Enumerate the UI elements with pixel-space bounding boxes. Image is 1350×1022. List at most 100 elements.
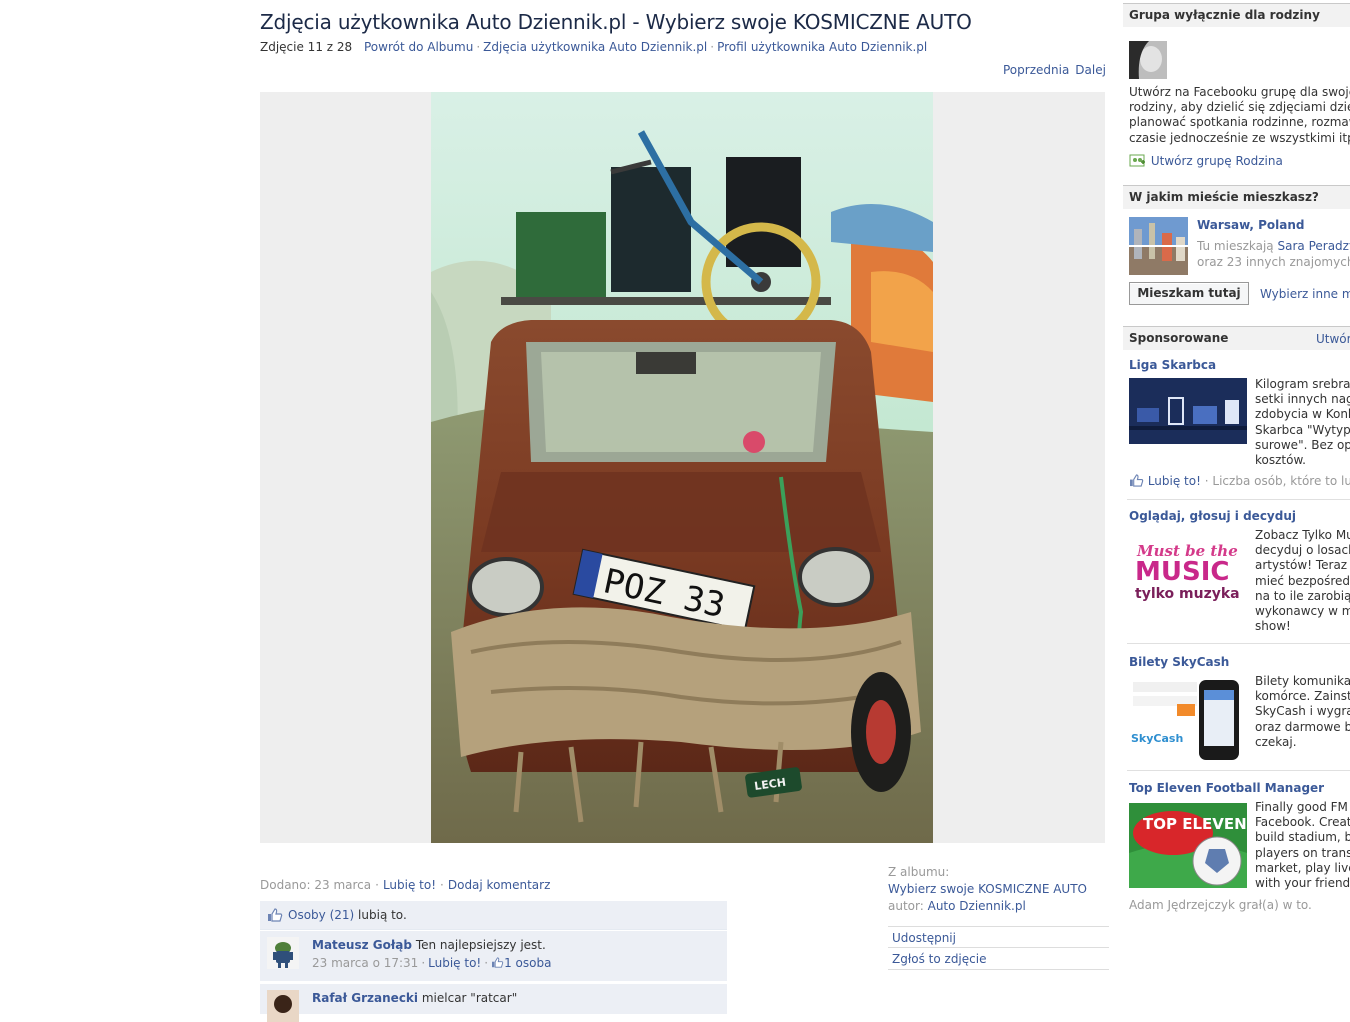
share-link[interactable]: Udostępnij [892, 931, 956, 945]
add-comment-link[interactable]: Dodaj komentarz [448, 878, 551, 892]
separator: · [476, 40, 480, 54]
ad-body-line: surowe". Bez opłat [1255, 438, 1350, 453]
divider [1127, 499, 1350, 500]
ad-body-line: Kilogram srebra, [1255, 377, 1350, 392]
ad-image-text: TOP ELEVEN [1143, 815, 1247, 833]
comment-author-link[interactable]: Mateusz Gołąb [312, 938, 412, 952]
ad-image[interactable]: Must be the MUSIC tylko muzyka [1129, 530, 1247, 608]
ad-body: Zobacz Tylko Muzyka decyduj o losach art… [1255, 528, 1350, 634]
likes-suffix: lubią to. [358, 908, 407, 922]
group-icon [1129, 152, 1147, 168]
ad-title-link[interactable]: Top Eleven Football Manager [1129, 781, 1350, 795]
user-photos-link[interactable]: Zdjęcia użytkownika Auto Dziennik.pl [483, 40, 707, 54]
ad-body-line: setki innych nagród [1255, 392, 1350, 407]
separator: · [1205, 474, 1209, 488]
page-title: Zdjęcia użytkownika Auto Dziennik.pl - W… [260, 10, 972, 34]
ad-body-line: SkyCash i wygraj [1255, 704, 1350, 719]
comment-like-link[interactable]: Lubię to! [428, 956, 481, 970]
ad-body-line: komórce. Zainstaluj [1255, 689, 1350, 704]
create-family-group-row: Utwórz grupę Rodzina [1129, 152, 1350, 168]
description-line: Utwórz na Facebooku grupę dla swojej [1129, 85, 1350, 100]
photo-counter: Zdjęcie 11 z 28 [260, 40, 352, 54]
report-photo-link[interactable]: Zgłoś to zdjęcie [892, 952, 986, 966]
back-to-album-link[interactable]: Powrót do Albumu [364, 40, 473, 54]
ad-body-line: na to ile zarobią [1255, 589, 1350, 604]
comment-content: Rafał Grzanecki mielcar "ratcar" [312, 991, 517, 1005]
family-group-description: Utwórz na Facebooku grupę dla swojej rod… [1129, 85, 1350, 146]
main-photo[interactable]: POZ 33 LECH [431, 92, 933, 843]
ad-like-link[interactable]: Lubię to! [1148, 474, 1201, 488]
description-line: rodziny, aby dzielić się zdjęciami dziec… [1129, 100, 1350, 115]
ad-body-line: players on transfer [1255, 846, 1350, 861]
family-avatar [1129, 41, 1167, 79]
comment-author-link[interactable]: Rafał Grzanecki [312, 991, 418, 1005]
thumbs-up-icon [1129, 474, 1144, 487]
family-group-header: Grupa wyłącznie dla rodziny [1123, 3, 1350, 27]
avatar[interactable] [267, 990, 299, 1022]
city-question-header: W jakim mieście mieszkasz? [1123, 185, 1350, 209]
ad-body-line: Finally good FM on [1255, 800, 1350, 815]
likers-link[interactable]: Osoby (21) [288, 908, 354, 922]
ad-body-line: build stadium, buy [1255, 830, 1350, 845]
ad-body-line: Bilety komunikacji [1255, 674, 1350, 689]
friend-name-link[interactable]: Sara Peradzyńska [1278, 239, 1350, 253]
like-photo-link[interactable]: Lubię to! [383, 878, 436, 892]
ad-body-line: Skarbca "Wytypuj [1255, 423, 1350, 438]
album-name-link[interactable]: Wybierz swoje KOSMICZNE AUTO [888, 882, 1108, 896]
city-name-link[interactable]: Warsaw, Poland [1197, 218, 1350, 232]
choose-other-city-link[interactable]: Wybierz inne miasto [1260, 287, 1350, 301]
comment-likes-count-link[interactable]: 1 osoba [504, 956, 551, 970]
choose-other-city-text[interactable]: Wybierz inne miasto [1260, 287, 1350, 301]
separator: · [440, 878, 444, 892]
next-photo-link[interactable]: Dalej [1075, 63, 1106, 77]
photo-navigation: Poprzednia Dalej [1003, 63, 1106, 77]
ad-body-line: mieć bezpośredni wpływ [1255, 574, 1350, 589]
previous-photo-link[interactable]: Poprzednia [1003, 63, 1069, 77]
create-ad-link[interactable]: Utwórz reklamę [1316, 332, 1350, 346]
album-author-label: autor: [888, 899, 924, 913]
sponsored-header: Sponsorowane Utwórz reklamę [1123, 326, 1350, 350]
album-author-link[interactable]: Auto Dziennik.pl [928, 899, 1026, 913]
comment-item: Mateusz Gołąb Ten najlepsiejszy jest. 23… [260, 931, 727, 981]
ad-body-line: Zobacz Tylko Muzyka [1255, 528, 1350, 543]
ad-image[interactable] [1129, 378, 1247, 444]
city-friends-count: oraz 23 innych znajomych. [1197, 255, 1350, 269]
thumbs-up-icon [491, 957, 504, 968]
ad-title-link[interactable]: Bilety SkyCash [1129, 655, 1350, 669]
create-family-group-link[interactable]: Utwórz grupę Rodzina [1151, 154, 1283, 168]
likes-summary: Osoby (21) lubią to. [260, 901, 727, 930]
ad-body-line: artystów! Teraz możesz [1255, 558, 1350, 573]
from-album-label: Z albumu: [888, 865, 1108, 879]
comment-time: 23 marca o 17:31 [312, 956, 418, 970]
ad-body-line: decyduj o losach [1255, 543, 1350, 558]
ad-image[interactable]: TOP ELEVEN [1129, 803, 1247, 888]
separator: · [484, 956, 488, 970]
ad-like-row: Lubię to! · Liczba osób, które to lubią [1129, 474, 1350, 488]
photo-stage: POZ 33 LECH [260, 92, 1105, 843]
ad-image-text-mid: MUSIC [1135, 557, 1229, 587]
separator: · [421, 956, 425, 970]
ad-image-text-bottom: tylko muzyka [1135, 586, 1240, 602]
avatar[interactable] [267, 937, 299, 969]
added-date: Dodano: 23 marca [260, 878, 371, 892]
album-author-line: autor: Auto Dziennik.pl [888, 899, 1108, 913]
sponsored-title: Sponsorowane [1129, 331, 1228, 345]
ad-social-context: Adam Jędrzejczyk grał(a) w to. [1129, 898, 1350, 912]
user-profile-link[interactable]: Profil użytkownika Auto Dziennik.pl [717, 40, 927, 54]
comment-text: Ten najlepsiejszy jest. [416, 938, 546, 952]
ad-like-count-text: Liczba osób, które to lubią [1212, 474, 1350, 488]
ad-image[interactable]: SkyCash [1129, 676, 1247, 762]
description-line: czasie jednocześnie ze wszystkimi itp. [1129, 131, 1350, 146]
comment-item: Rafał Grzanecki mielcar "ratcar" [260, 984, 727, 1014]
photo-breadcrumb: Zdjęcie 11 z 28 Powrót do Albumu·Zdjęcia… [260, 40, 927, 54]
ad-body: Bilety komunikacji komórce. Zainstaluj S… [1255, 674, 1350, 750]
comment-content: Mateusz Gołąb Ten najlepsiejszy jest. [312, 938, 546, 952]
ad-body-line: with your friends. [1255, 876, 1350, 891]
photo-added-info: Dodano: 23 marca · Lubię to! · Dodaj komenta… [260, 878, 550, 892]
comment-meta: 23 marca o 17:31·Lubię to!·1 osoba [312, 956, 551, 970]
ad-title-link[interactable]: Liga Skarbca [1129, 358, 1350, 372]
separator: · [375, 878, 379, 892]
live-here-button[interactable]: Mieszkam tutaj [1129, 282, 1249, 305]
ad-title-link[interactable]: Oglądaj, głosuj i decyduj [1129, 509, 1350, 523]
ad-body-line: market, play live [1255, 861, 1350, 876]
